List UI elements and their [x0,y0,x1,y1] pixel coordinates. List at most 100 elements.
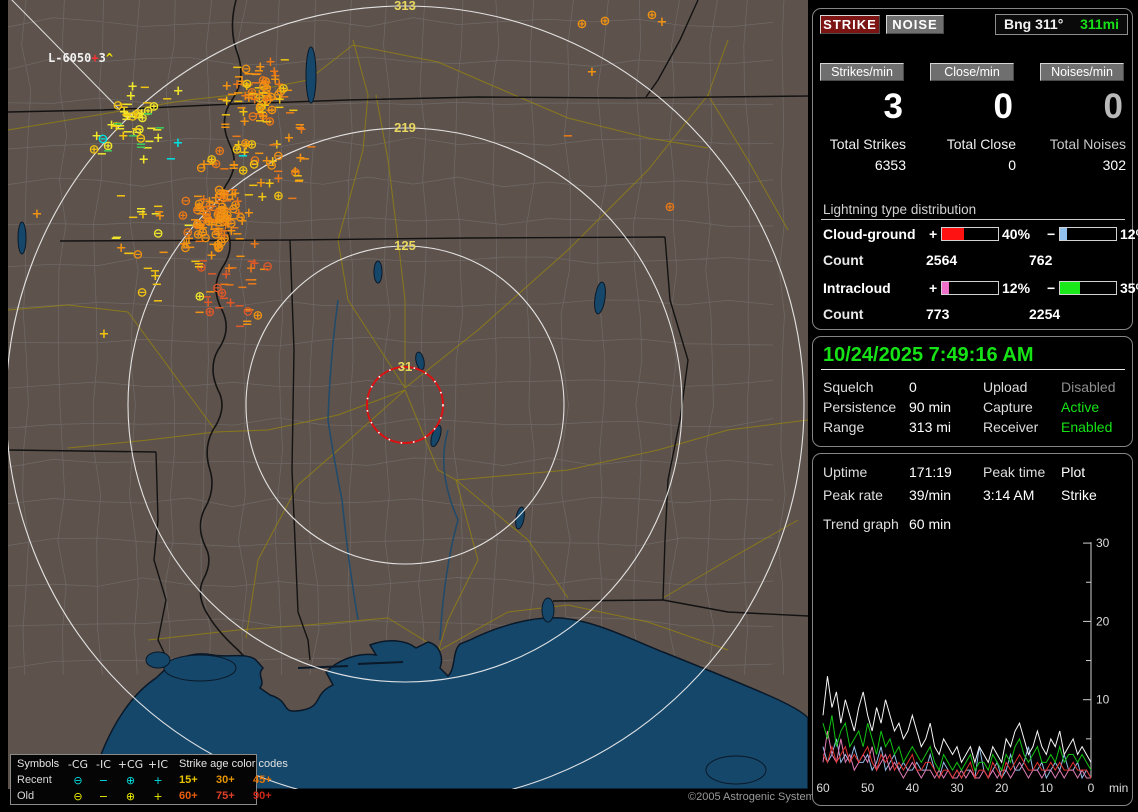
cg-negative-count: 762 [1029,252,1053,268]
distribution-title: Lightning type distribution [823,202,977,217]
strike-symbol: + [150,269,161,284]
strike-symbol: − [153,199,164,214]
field-label: Receiver [983,419,1039,435]
strike-symbol: − [183,218,194,233]
strike-symbol: ⊖ [242,305,253,320]
minus-sign: − [1047,226,1056,242]
strike-symbol: + [206,248,217,263]
close-counter: Close/min 0 Total Close 0 [930,63,1018,173]
age-code: 30+ [216,774,235,786]
strike-symbol: + [283,131,294,146]
x-tick-label: 20 [995,781,1009,795]
strike-symbol: − [153,294,164,309]
count-label: Count [823,306,864,322]
strike-symbol: + [296,123,307,138]
total-strikes-label: Total Strikes [829,136,906,152]
series-Total [822,676,1092,765]
field-label: Upload [983,379,1028,395]
y-tick-label: 20 [1096,614,1110,628]
strike-symbol: − [166,152,177,167]
map-legend: Symbols -CG -IC +CG +IC Strike age color code… [10,754,288,805]
x-tick-label: 60 [816,781,830,795]
strike-symbol: ⊕ [194,290,205,305]
strike-symbol-key: ⊖ [73,773,83,787]
strike-symbol: + [249,237,260,252]
status-panel: 10/24/2025 7:49:16 AM Squelch 0 Upload Disa… [812,336,1133,447]
x-tick-label: 10 [1040,781,1054,795]
strike-symbol: ⊖ [216,235,227,250]
strike-symbol-key: + [153,789,163,803]
strike-symbol-key: + [153,773,163,787]
field-label: Squelch [823,379,874,395]
intracloud-label: Intracloud [823,280,891,296]
strike-symbol-key: ⊕ [125,789,136,803]
strike-symbol: − [219,184,230,199]
strike-symbol: ⊕ [214,144,225,159]
strike-symbol: − [155,121,166,136]
strike-symbol: − [306,140,317,155]
strike-symbol: + [173,136,184,151]
strike-symbol: + [587,65,598,80]
lake [541,597,555,623]
strike-symbol: − [158,246,169,261]
datetime-display: 10/24/2025 7:49:16 AM [823,344,1034,366]
strike-symbol: − [209,196,220,211]
total-close-value: 0 [1008,157,1016,173]
noise-button[interactable]: NOISE [886,15,944,34]
strike-symbol: + [125,89,136,104]
strike-symbol: ⊖ [198,225,209,240]
strike-symbol: − [219,277,230,292]
x-tick-label: 50 [861,781,875,795]
strike-symbol: − [139,81,150,96]
strike-symbol: + [657,15,668,30]
strike-symbol: + [32,207,43,222]
strike-symbol: = [136,204,147,219]
field-label: Persistence [823,399,897,415]
strike-symbol: − [218,292,229,307]
strike-symbol: − [248,178,259,193]
lake [163,654,237,682]
strike-symbol: ⊕ [252,309,263,324]
x-tick-label: 30 [950,781,964,795]
strike-symbol: ⊖ [258,79,269,94]
ic-negative-pct: 35% [1120,280,1138,296]
strike-symbol: + [261,154,272,169]
strike-symbol: ⊕ [194,197,205,212]
ring-label: 31 [398,359,412,374]
strike-symbol: − [234,232,245,247]
strike-symbol: ⊖ [153,227,164,242]
y-tick-label: 30 [1096,536,1110,550]
minus-sign: − [1047,280,1056,296]
strike-symbol: − [288,104,299,119]
field-value: Active [1061,399,1100,415]
strike-symbol: + [290,165,301,180]
lake [373,260,383,284]
strikes-per-min-button[interactable]: Strikes/min [820,63,904,81]
lightning-map[interactable]: 31 125 219 313 L-6050+3^ ⊖ + − + − − ⊖ − ⊕ = + − − + − + + ⊕ = −… [8,0,808,789]
strike-symbol: ⊕ [273,189,284,204]
strike-symbol: − [287,191,298,206]
strike-symbol-key: − [98,789,109,803]
cloud-ground-label: Cloud-ground [823,226,916,242]
strike-symbol: ⊕ [665,200,676,215]
strike-button[interactable]: STRIKE [820,15,880,34]
strike-symbol: + [249,92,260,107]
close-per-min-button[interactable]: Close/min [930,63,1014,81]
strike-symbol: ⊕ [600,14,611,29]
app-window: 31 125 219 313 L-6050+3^ ⊖ + − + − − ⊖ − ⊕ = + − − + − + + ⊕ = −… [0,0,1138,812]
noises-per-min-button[interactable]: Noises/min [1040,63,1124,81]
strike-symbol: + [295,151,306,166]
divider [821,369,1125,370]
strike-symbol: + [274,93,285,108]
total-close-label: Total Close [946,136,1016,152]
strike-symbol: ⊖ [262,260,273,275]
strike-symbol: + [221,79,232,94]
legend-header: -CG [67,757,89,771]
strike-symbol: − [112,231,123,246]
ic-negative-count: 2254 [1029,306,1061,322]
ic-positive-pct: 12% [1002,280,1031,296]
strike-symbol: − [116,189,127,204]
legend-row-label: Old [17,790,35,802]
age-code: 90+ [253,790,272,802]
state-border [552,599,664,602]
